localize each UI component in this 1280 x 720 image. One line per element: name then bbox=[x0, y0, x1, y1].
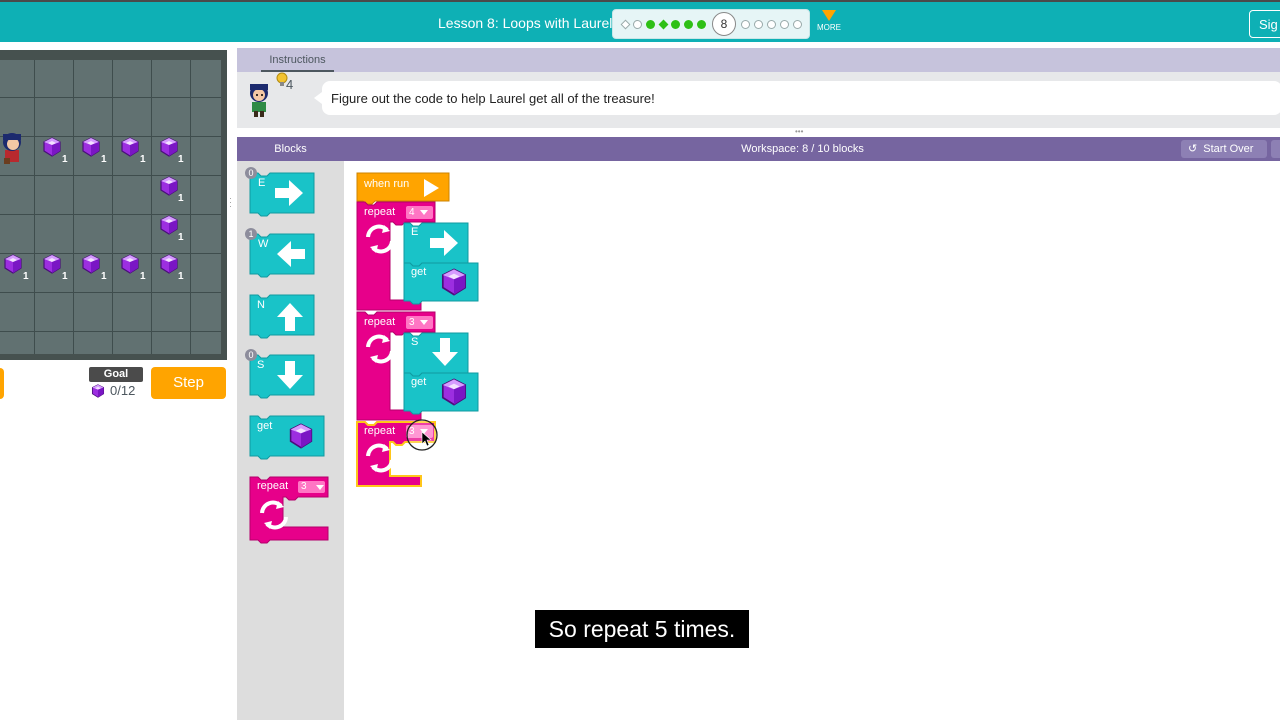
top-header: Lesson 8: Loops with Laurel 8 MORE Sig bbox=[0, 0, 1280, 42]
gem-icon bbox=[160, 176, 178, 196]
bubble-pointer bbox=[314, 92, 322, 104]
gem-count: 1 bbox=[101, 271, 107, 282]
tab-instructions[interactable]: Instructions bbox=[261, 49, 334, 72]
sign-in-button[interactable]: Sig bbox=[1249, 10, 1280, 38]
repeat-2-label: repeat bbox=[364, 316, 396, 328]
more-arrow-icon bbox=[822, 10, 836, 21]
workspace-block-count: Workspace: 8 / 10 blocks bbox=[741, 143, 864, 155]
toolbox-east-label: E bbox=[258, 177, 266, 189]
progress-level-2[interactable] bbox=[633, 20, 642, 29]
repeat-1-label: repeat bbox=[364, 206, 396, 218]
gem-count: 1 bbox=[62, 154, 68, 165]
gem-icon bbox=[160, 137, 178, 157]
repeat-1-count[interactable]: 4 bbox=[409, 207, 415, 218]
toolbox-repeat-label: repeat bbox=[257, 480, 289, 492]
gem-icon bbox=[160, 254, 178, 274]
progress-level-11[interactable] bbox=[767, 20, 776, 29]
toolbox-north-label: N bbox=[257, 299, 265, 311]
repeat-3-count[interactable]: 3 bbox=[409, 426, 415, 437]
gem-icon bbox=[160, 215, 178, 235]
gem-count: 1 bbox=[178, 271, 184, 282]
program-south-label: S bbox=[411, 336, 419, 348]
hint-count: 4 bbox=[286, 77, 294, 92]
toolbox-blocks bbox=[249, 172, 329, 544]
gem-count: 1 bbox=[101, 154, 107, 165]
toolbox-get-label: get bbox=[257, 420, 273, 432]
gem-count: 1 bbox=[178, 154, 184, 165]
game-map: 1 1 1 1 1 1 1 1 1 1 1 bbox=[0, 50, 227, 360]
gem-count: 1 bbox=[140, 154, 146, 165]
instructions-bubble: Figure out the code to help Laurel get a… bbox=[314, 81, 1280, 115]
gem-count: 1 bbox=[62, 271, 68, 282]
maze-floor bbox=[0, 50, 227, 360]
more-button[interactable]: MORE bbox=[815, 8, 843, 38]
repeat-3-label: repeat bbox=[364, 425, 396, 437]
maze-wall-top bbox=[0, 50, 227, 60]
gem-icon bbox=[43, 254, 61, 274]
program-get-2-label: get bbox=[411, 376, 427, 388]
gem-icon bbox=[82, 137, 100, 157]
progress-level-9[interactable] bbox=[741, 20, 750, 29]
start-over-button[interactable]: ↺ Start Over bbox=[1181, 140, 1267, 158]
gem-icon bbox=[82, 254, 100, 274]
lesson-progress-bar: 8 bbox=[612, 9, 810, 39]
progress-level-1[interactable] bbox=[620, 19, 631, 30]
toolbox-west-label: W bbox=[258, 238, 269, 250]
progress-level-7[interactable] bbox=[697, 20, 706, 29]
south-count-badge: 0 bbox=[245, 349, 257, 361]
gem-icon bbox=[4, 254, 22, 274]
sidebar-resize-handle[interactable]: · · · bbox=[229, 194, 233, 211]
progress-level-6[interactable] bbox=[684, 20, 693, 29]
progress-level-4[interactable] bbox=[658, 19, 669, 30]
step-button[interactable]: Step bbox=[151, 367, 226, 399]
gem-icon bbox=[91, 384, 105, 398]
run-button[interactable] bbox=[0, 368, 4, 399]
east-count-badge: 0 bbox=[245, 167, 257, 179]
toolbox-title: Blocks bbox=[274, 143, 307, 155]
toolbox-south-label: S bbox=[257, 359, 265, 371]
video-caption: So repeat 5 times. bbox=[535, 610, 749, 648]
when-run-label: when run bbox=[364, 178, 410, 190]
maze-wall-bottom bbox=[0, 354, 227, 360]
progress-level-12[interactable] bbox=[780, 20, 789, 29]
more-options-button[interactable] bbox=[1271, 140, 1280, 158]
progress-level-3[interactable] bbox=[646, 20, 655, 29]
progress-level-10[interactable] bbox=[754, 20, 763, 29]
instructions-tab-bar bbox=[237, 48, 1280, 72]
program-east-label: E bbox=[411, 226, 419, 238]
gem-icon bbox=[121, 254, 139, 274]
gem-count: 1 bbox=[140, 271, 146, 282]
maze-wall-right bbox=[221, 50, 227, 360]
toolbox-repeat-count[interactable]: 3 bbox=[301, 481, 307, 492]
gem-icon bbox=[121, 137, 139, 157]
gem-count: 1 bbox=[23, 271, 29, 282]
more-label: MORE bbox=[817, 23, 841, 32]
start-over-label: Start Over bbox=[1203, 143, 1254, 155]
reset-icon: ↺ bbox=[1188, 143, 1198, 155]
instructions-text: Figure out the code to help Laurel get a… bbox=[331, 91, 655, 106]
progress-level-5[interactable] bbox=[671, 20, 680, 29]
goal-value: 0/12 bbox=[110, 383, 136, 398]
program-get-1-label: get bbox=[411, 266, 427, 278]
lesson-title: Lesson 8: Loops with Laurel bbox=[438, 15, 613, 31]
progress-level-13[interactable] bbox=[793, 20, 802, 29]
west-count-badge: 1 bbox=[245, 228, 257, 240]
gem-count: 1 bbox=[178, 232, 184, 243]
resize-handle[interactable]: ••• bbox=[795, 128, 811, 136]
goal-label: Goal bbox=[89, 367, 143, 382]
gem-icon bbox=[43, 137, 61, 157]
laurel-character-icon bbox=[3, 133, 21, 164]
repeat-2-count[interactable]: 3 bbox=[409, 317, 415, 328]
laurel-avatar-icon bbox=[250, 84, 268, 117]
gem-count: 1 bbox=[178, 193, 184, 204]
current-level-8[interactable]: 8 bbox=[712, 12, 736, 36]
